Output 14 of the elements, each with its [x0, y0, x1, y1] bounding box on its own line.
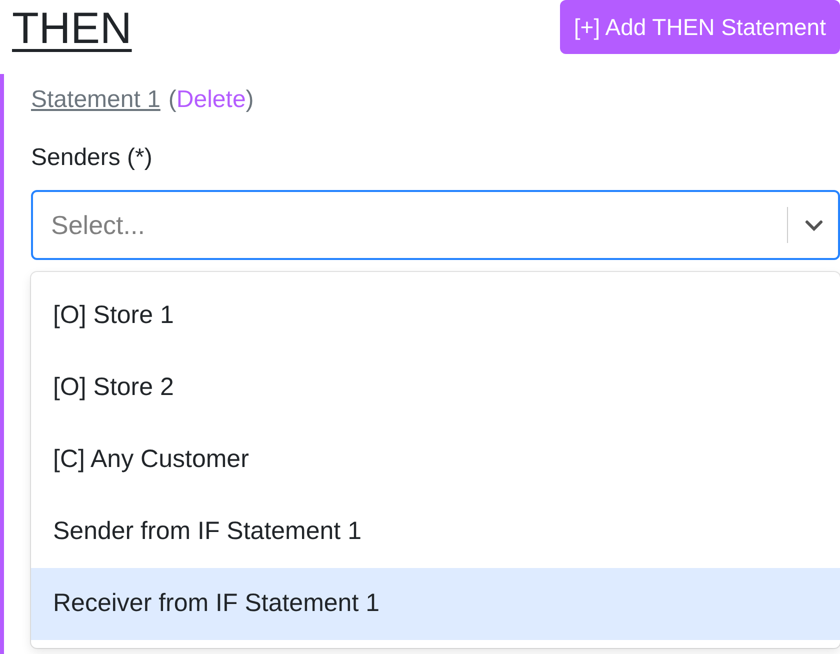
dropdown-option[interactable]: Sender from IF Statement 1	[31, 496, 840, 568]
dropdown-option[interactable]: [O] Store 2	[31, 352, 840, 424]
select-field[interactable]: Select...	[31, 190, 840, 260]
delete-link[interactable]: Delete	[176, 82, 246, 118]
dropdown-option[interactable]: [C] Any Customer	[31, 424, 840, 496]
field-label: Senders (*)	[31, 143, 154, 173]
dropdown-option[interactable]: Receiver from IF Statement 1	[31, 568, 840, 640]
add-statement-button[interactable]: [+] Add THEN Statement	[560, 0, 840, 54]
select-input[interactable]: Select...	[33, 204, 787, 246]
parenthesis: )	[246, 85, 254, 115]
parenthesis: (	[168, 85, 176, 115]
section-heading: THEN	[12, 3, 132, 55]
dropdown-option[interactable]: [O] Store 1	[31, 280, 840, 352]
statement-link[interactable]: Statement 1	[31, 82, 160, 118]
